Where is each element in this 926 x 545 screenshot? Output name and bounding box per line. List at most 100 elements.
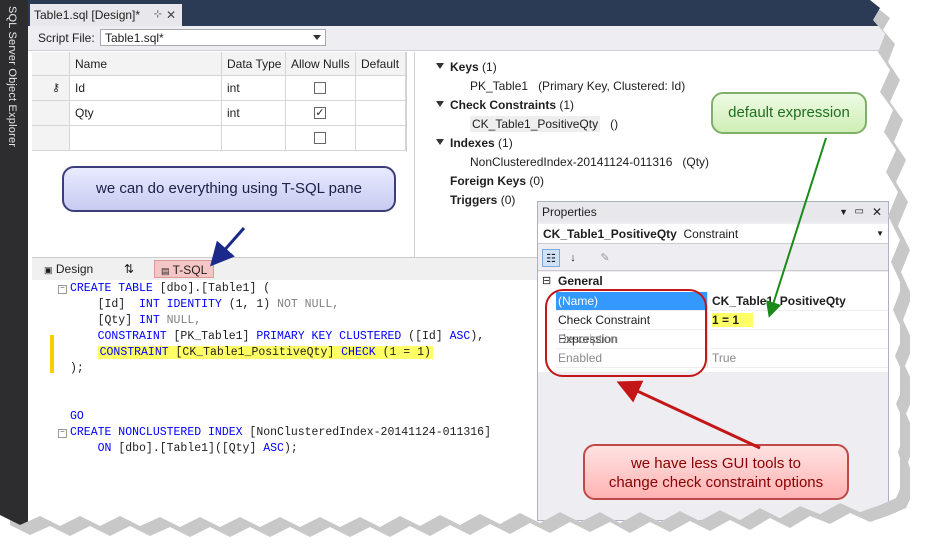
alphabetical-icon[interactable]: ↓ (564, 249, 582, 267)
row-selector[interactable]: ⚷ (32, 76, 70, 101)
object-type: Constraint (683, 227, 739, 241)
tab-label: T-SQL (172, 263, 208, 277)
property-value: 1 = 1 (712, 313, 754, 327)
tree-item-name: PK_Table1 (470, 79, 529, 93)
table-elements-tree: Keys (1) PK_Table1 (Primary Key, Cluster… (430, 56, 710, 216)
tree-node-triggers[interactable]: Triggers (0) (450, 193, 515, 207)
tree-node-foreign-keys[interactable]: Foreign Keys (0) (450, 174, 544, 188)
expand-triangle-icon[interactable] (436, 139, 444, 145)
row-selector[interactable] (32, 126, 70, 151)
tree-count: (0) (529, 174, 545, 188)
grid-cell-type[interactable]: int (222, 76, 286, 101)
expand-triangle-icon[interactable] (436, 101, 444, 107)
property-value[interactable] (710, 330, 888, 349)
close-icon[interactable]: ✕ (872, 202, 882, 222)
callout-default-expression: default expression (711, 92, 867, 134)
code-line-3: [Qty] INT NULL, (70, 314, 202, 327)
tab-label: Design (55, 262, 94, 276)
column-header-data-type[interactable]: Data Type (222, 52, 286, 76)
tree-item-desc: () (610, 117, 619, 131)
code-line-1: CREATE TABLE [dbo].[Table1] ( (70, 282, 271, 295)
tree-count: (1) (482, 60, 497, 74)
grid-cell-name[interactable]: Id (70, 76, 222, 101)
property-value-field[interactable]: 1 = 1 (710, 311, 888, 330)
callout-line: we have less GUI tools to (630, 455, 802, 472)
code-line-go: GO (70, 410, 84, 423)
properties-object-selector[interactable]: CK_Table1_PositiveQty Constraint ▼ (538, 224, 888, 244)
row-selector[interactable] (32, 101, 70, 126)
tree-node-indexes[interactable]: Indexes (1) (450, 136, 513, 150)
pin-icon[interactable]: ⊹ (154, 4, 162, 26)
grid-cell-type[interactable]: int (222, 101, 286, 126)
dropdown-arrow-icon[interactable]: ▼ (839, 202, 848, 222)
column-header-name[interactable]: Name (70, 52, 222, 76)
wrench-icon[interactable]: ✎ (596, 249, 614, 267)
code-line-4: CONSTRAINT [PK_Table1] PRIMARY KEY CLUST… (97, 330, 485, 343)
tree-item-index[interactable]: NonClusteredIndex-20141124-011316 (Qty) (470, 155, 709, 169)
allow-nulls-checkbox[interactable] (314, 132, 326, 144)
swap-panes-button[interactable]: ⇅ (118, 260, 140, 278)
callout-line: change check constraint options (608, 474, 824, 491)
document-tab-bar: Table1.sql [Design]* ⊹ ✕ (28, 0, 900, 26)
object-name: CK_Table1_PositiveQty (543, 227, 677, 241)
column-header-allow-nulls[interactable]: Allow Nulls (286, 52, 356, 76)
tree-item-name: CK_Table1_PositiveQty (470, 116, 601, 132)
pane-tab-bar: ▣ Design ⇅ ▤ T-SQL (32, 257, 537, 281)
callout-tsql-pane: we can do everything using T-SQL pane (62, 166, 396, 212)
expand-triangle-icon[interactable] (436, 63, 444, 69)
properties-toolbar: ☷ ↓ ✎ (538, 246, 888, 271)
tree-count: (1) (559, 98, 575, 112)
categorized-icon[interactable]: ☷ (542, 249, 560, 267)
script-file-label: Script File: (38, 31, 95, 45)
collapse-icon[interactable]: ⊟ (542, 272, 551, 291)
close-icon[interactable]: ✕ (166, 4, 176, 26)
grid-cell-default[interactable] (356, 101, 406, 126)
columns-grid: Name Data Type Allow Nulls Default ⚷ Id … (32, 52, 407, 152)
primary-key-icon: ⚷ (52, 82, 61, 94)
column-header-default[interactable]: Default (356, 52, 406, 76)
grid-cell-name[interactable]: Qty (70, 101, 222, 126)
side-panel[interactable]: SQL Server Object Explorer (0, 0, 28, 527)
grid-cell-name[interactable] (70, 126, 222, 151)
allow-nulls-checkbox[interactable] (314, 82, 326, 94)
tab-design[interactable]: ▣ Design (38, 260, 99, 278)
tree-node-check-constraints[interactable]: Check Constraints (1) (450, 98, 574, 112)
code-line-5-highlighted: CONSTRAINT [CK_Table1_PositiveQty] CHECK… (97, 346, 433, 359)
tab-tsql[interactable]: ▤ T-SQL (154, 260, 215, 278)
tree-label: Check Constraints (450, 98, 557, 112)
tree-node-keys[interactable]: Keys (1) (450, 60, 497, 74)
tsql-editor[interactable]: − CREATE TABLE [dbo].[Table1] ( [Id] INT… (32, 280, 537, 512)
sql-server-object-explorer-tab[interactable]: SQL Server Object Explorer (6, 6, 18, 147)
maximize-icon[interactable]: ▭ (855, 202, 864, 222)
tree-label: Indexes (450, 136, 495, 150)
collapse-icon[interactable]: − (58, 429, 67, 438)
tree-item-pk[interactable]: PK_Table1 (Primary Key, Clustered: Id) (470, 79, 685, 93)
change-margin-marker (50, 335, 54, 373)
grid-cell-default[interactable] (356, 76, 406, 101)
chevron-down-icon: ▼ (876, 229, 884, 238)
allow-nulls-checkbox-checked[interactable]: ✓ (314, 107, 326, 119)
tsql-icon: ▤ (161, 266, 170, 276)
properties-title: Properties (542, 205, 597, 219)
pane-divider[interactable] (414, 52, 415, 257)
code-line-2: [Id] INT IDENTITY (1, 1) NOT NULL, (70, 298, 340, 311)
grid-cell-allow-nulls[interactable] (286, 126, 356, 151)
callout-less-gui-tools: we have less GUI tools to change check c… (583, 444, 849, 500)
tree-item-check[interactable]: CK_Table1_PositiveQty () (470, 116, 619, 132)
script-file-value: Table1.sql* (105, 31, 164, 45)
document-tab[interactable]: Table1.sql [Design]* ⊹ ✕ (30, 4, 182, 26)
property-value[interactable]: CK_Table1_PositiveQty (710, 292, 888, 311)
tree-item-desc: (Qty) (682, 155, 710, 169)
property-value[interactable]: True (710, 349, 888, 368)
collapse-icon[interactable]: − (58, 285, 67, 294)
grid-cell-allow-nulls[interactable]: ✓ (286, 101, 356, 126)
script-file-select[interactable]: Table1.sql* (100, 29, 326, 46)
grid-cell-default[interactable] (356, 126, 406, 151)
chevron-down-icon (313, 35, 321, 40)
code-line-index-on: ON [dbo].[Table1]([Qty] ASC); (97, 442, 298, 455)
grid-cell-allow-nulls[interactable] (286, 76, 356, 101)
tree-label: Foreign Keys (450, 174, 527, 188)
grid-cell-type[interactable] (222, 126, 286, 151)
tree-label: Keys (450, 60, 479, 74)
code-line-6: ); (70, 362, 84, 375)
